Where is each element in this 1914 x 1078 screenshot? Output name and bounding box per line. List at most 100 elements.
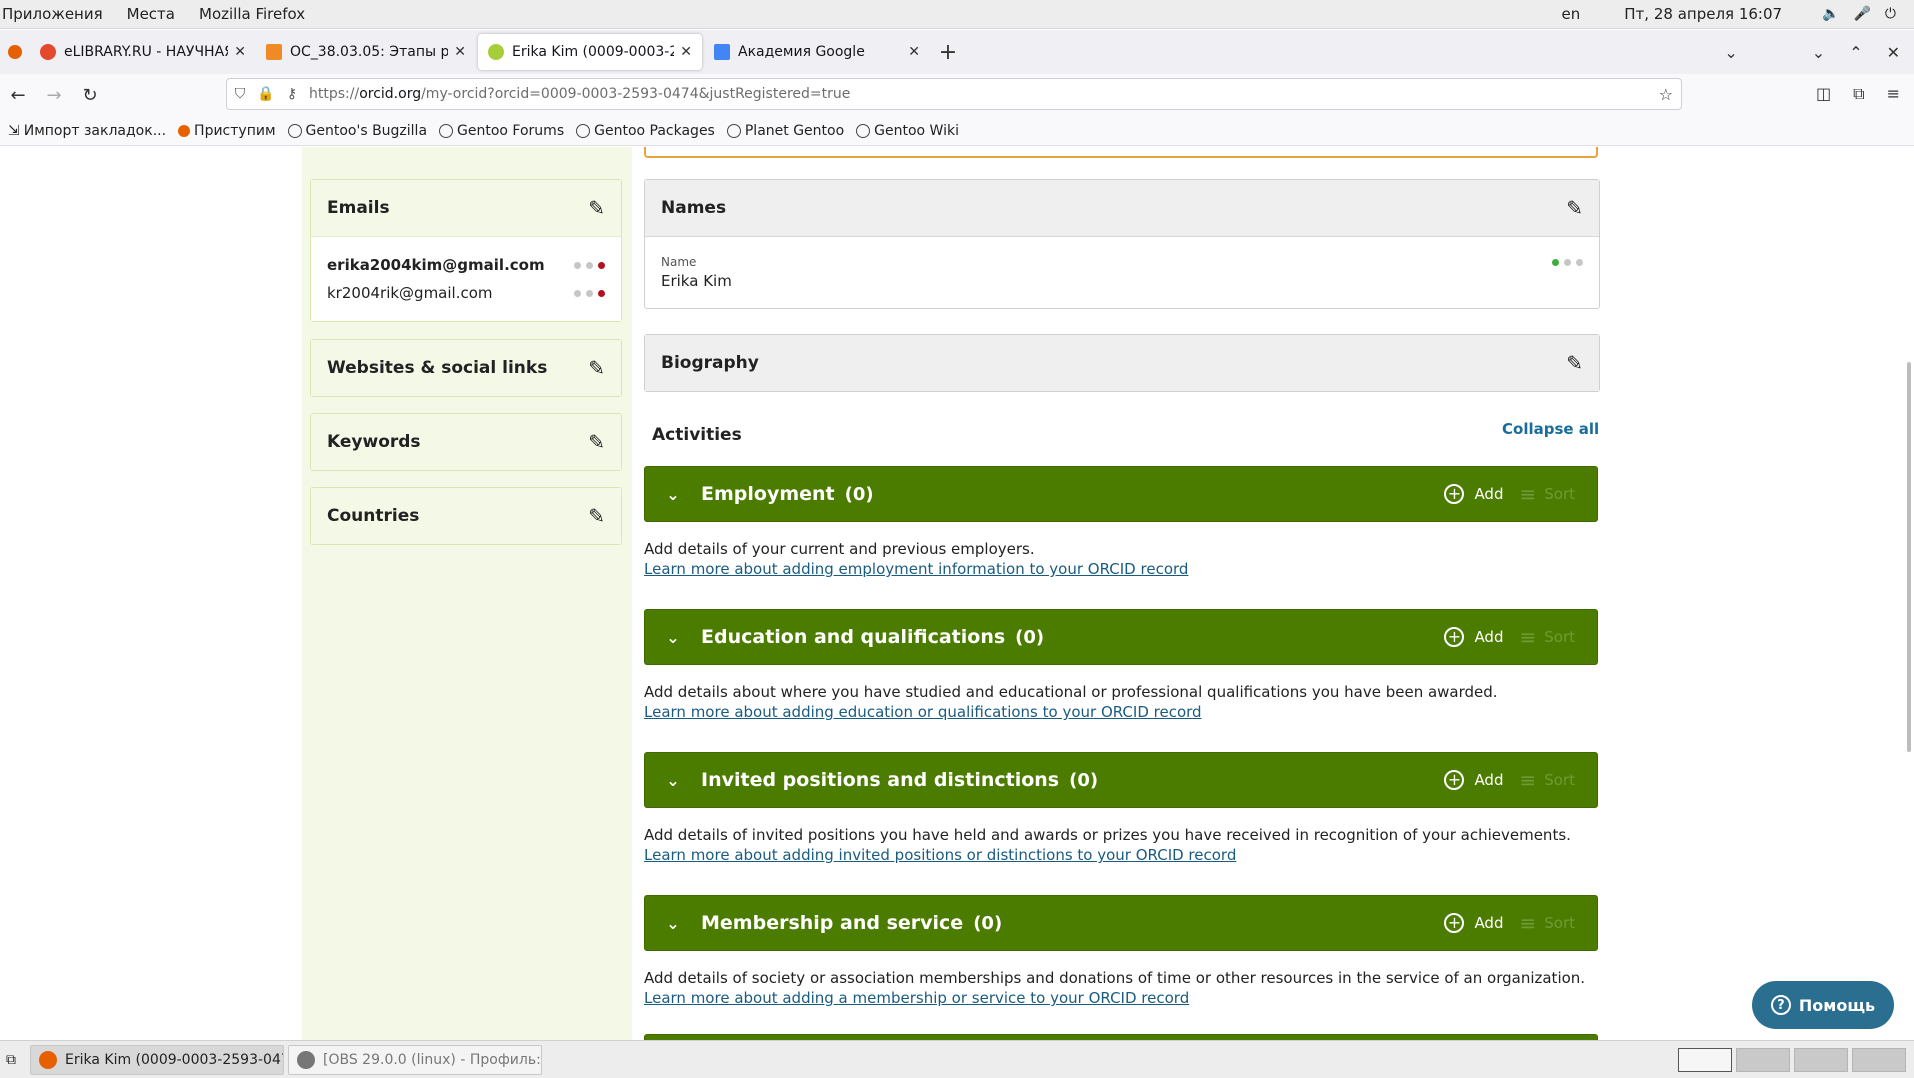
- task-obs[interactable]: [OBS 29.0.0 (linux) - Профиль: Бе...: [288, 1044, 542, 1075]
- list-all-tabs-chevron-icon[interactable]: ⌄: [1724, 43, 1737, 62]
- microphone-icon[interactable]: 🎤: [1853, 6, 1870, 22]
- firefox-icon: [178, 124, 191, 137]
- pocket-icon[interactable]: ◫: [1816, 84, 1831, 104]
- add-invited-position-button[interactable]: + Add: [1444, 770, 1503, 790]
- edit-emails-pencil-icon[interactable]: ✎: [588, 196, 605, 220]
- pinned-tab-firefox[interactable]: [0, 30, 30, 74]
- workspace-2[interactable]: [1736, 1047, 1790, 1072]
- gnome-top-panel: Приложения Места Mozilla Firefox en Пт, …: [0, 0, 1914, 29]
- url-text[interactable]: https://orcid.org/my-orcid?orcid=0009-00…: [309, 86, 850, 102]
- import-icon: ⇲: [8, 122, 20, 139]
- bookmark-import[interactable]: ⇲ Импорт закладок...: [8, 123, 166, 139]
- add-education-button[interactable]: + Add: [1444, 627, 1503, 647]
- section-title: Education and qualifications: [701, 626, 1006, 648]
- tab-close-icon[interactable]: ✕: [234, 44, 246, 60]
- firefox-icon: [8, 45, 22, 59]
- globe-icon: [726, 123, 741, 138]
- page-scrollbar[interactable]: [1907, 362, 1911, 752]
- extensions-icon[interactable]: ⧉: [1853, 84, 1864, 104]
- tab-title: eLIBRARY.RU - НАУЧНАЯ Э: [64, 44, 229, 60]
- window-minimize-icon[interactable]: ⌄: [1812, 43, 1825, 62]
- reload-icon[interactable]: ↻: [72, 85, 108, 106]
- add-employment-button[interactable]: + Add: [1444, 484, 1503, 504]
- learn-more-link[interactable]: Learn more about adding employment infor…: [644, 560, 1188, 578]
- sort-education-button[interactable]: ≡ Sort: [1519, 625, 1575, 649]
- obs-icon: [297, 1050, 315, 1069]
- tab-oc[interactable]: ОС_38.03.05: Этапы реали ✕: [256, 30, 476, 74]
- bookmark-gentoo-wiki[interactable]: Gentoo Wiki: [856, 123, 959, 139]
- globe-icon: [439, 123, 454, 138]
- edit-biography-pencil-icon[interactable]: ✎: [1566, 351, 1583, 375]
- edit-websites-pencil-icon[interactable]: ✎: [588, 356, 605, 380]
- sort-employment-button[interactable]: ≡ Sort: [1519, 482, 1575, 506]
- bookmark-gentoo-bugzilla[interactable]: Gentoo's Bugzilla: [287, 123, 427, 139]
- plus-circle-icon: +: [1444, 627, 1465, 647]
- tab-google-scholar[interactable]: Академия Google ✕: [704, 30, 930, 74]
- active-app-name[interactable]: Mozilla Firefox: [199, 5, 305, 23]
- edit-countries-pencil-icon[interactable]: ✎: [588, 504, 605, 528]
- workspace-1[interactable]: [1678, 1047, 1732, 1072]
- websites-card: Websites & social links ✎: [310, 339, 622, 397]
- workspace-4[interactable]: [1852, 1047, 1906, 1072]
- bookmark-gentoo-packages[interactable]: Gentoo Packages: [576, 123, 715, 139]
- section-count: (0): [1069, 769, 1099, 791]
- bottom-taskbar: ⧉ Erika Kim (0009-0003-2593-0474) ... [O…: [0, 1040, 1914, 1078]
- clock[interactable]: Пт, 28 апреля 16:07: [1624, 5, 1782, 23]
- back-arrow-icon[interactable]: ←: [0, 85, 36, 106]
- window-maximize-icon[interactable]: ⌃: [1849, 43, 1862, 62]
- key-icon[interactable]: ⚷: [279, 86, 305, 102]
- bookmark-getting-started[interactable]: Приступим: [178, 123, 276, 139]
- tab-close-icon[interactable]: ✕: [908, 44, 920, 60]
- firefox-icon: [39, 1050, 57, 1069]
- employment-section-header[interactable]: ⌄ Employment (0) + Add ≡ Sort: [644, 466, 1598, 522]
- education-section-header[interactable]: ⌄ Education and qualifications (0) + Add …: [644, 609, 1598, 665]
- learn-more-link[interactable]: Learn more about adding a membership or …: [644, 989, 1189, 1007]
- menu-hamburger-icon[interactable]: ≡: [1887, 84, 1900, 104]
- chevron-down-icon[interactable]: ⌄: [645, 914, 701, 933]
- new-tab-plus-icon[interactable]: +: [930, 40, 966, 65]
- tracking-shield-icon[interactable]: ⛉: [227, 86, 253, 102]
- url-bar[interactable]: ⛉ 🔒 ⚷ https://orcid.org/my-orcid?orcid=0…: [226, 78, 1682, 110]
- keyboard-layout-indicator[interactable]: en: [1562, 5, 1581, 23]
- edit-names-pencil-icon[interactable]: ✎: [1566, 196, 1583, 220]
- section-description: Add details of your current and previous…: [644, 540, 1035, 558]
- chevron-down-icon[interactable]: ⌄: [645, 771, 701, 790]
- places-menu[interactable]: Места: [127, 5, 175, 23]
- show-desktop-icon[interactable]: ⧉: [6, 1052, 16, 1068]
- task-firefox[interactable]: Erika Kim (0009-0003-2593-0474) ...: [30, 1044, 284, 1075]
- visibility-indicator: [574, 261, 605, 269]
- learn-more-link[interactable]: Learn more about adding education or qua…: [644, 703, 1202, 721]
- membership-section-header[interactable]: ⌄ Membership and service (0) + Add ≡ Sort: [644, 895, 1598, 951]
- email-address: erika2004kim@gmail.com: [327, 256, 545, 274]
- plus-circle-icon: +: [1444, 770, 1465, 790]
- add-membership-button[interactable]: + Add: [1444, 913, 1503, 933]
- help-button[interactable]: ? Помощь: [1752, 981, 1894, 1029]
- tab-close-icon[interactable]: ✕: [454, 44, 466, 60]
- power-icon[interactable]: ⏻: [1885, 6, 1896, 22]
- page-content: Emails ✎ erika2004kim@gmail.com kr2004ri…: [0, 147, 1914, 1040]
- invited-positions-section-header[interactable]: ⌄ Invited positions and distinctions (0)…: [644, 752, 1598, 808]
- lock-icon[interactable]: 🔒: [253, 86, 279, 102]
- chevron-down-icon[interactable]: ⌄: [645, 628, 701, 647]
- email-row: erika2004kim@gmail.com: [327, 251, 605, 279]
- sort-icon: ≡: [1519, 482, 1537, 506]
- workspace-3[interactable]: [1794, 1047, 1848, 1072]
- tab-elibrary[interactable]: eLIBRARY.RU - НАУЧНАЯ Э ✕: [30, 30, 256, 74]
- bookmark-star-icon[interactable]: ☆: [1659, 85, 1673, 104]
- window-close-icon[interactable]: ✕: [1887, 43, 1900, 62]
- section-count: (0): [973, 912, 1003, 934]
- sort-icon: ≡: [1519, 911, 1537, 935]
- edit-keywords-pencil-icon[interactable]: ✎: [588, 430, 605, 454]
- volume-icon[interactable]: 🔈: [1822, 6, 1839, 22]
- learn-more-link[interactable]: Learn more about adding invited position…: [644, 846, 1236, 864]
- bookmark-gentoo-forums[interactable]: Gentoo Forums: [439, 123, 564, 139]
- bookmark-planet-gentoo[interactable]: Planet Gentoo: [726, 123, 844, 139]
- tab-close-icon[interactable]: ✕: [680, 44, 692, 60]
- applications-menu[interactable]: Приложения: [2, 5, 103, 23]
- collapse-all-button[interactable]: Collapse all: [1502, 420, 1599, 438]
- tab-orcid-active[interactable]: Erika Kim (0009-0003-2593 ✕: [478, 34, 702, 70]
- sort-invited-positions-button[interactable]: ≡ Sort: [1519, 768, 1575, 792]
- chevron-down-icon[interactable]: ⌄: [645, 485, 701, 504]
- sort-membership-button[interactable]: ≡ Sort: [1519, 911, 1575, 935]
- forward-arrow-icon[interactable]: →: [36, 85, 72, 106]
